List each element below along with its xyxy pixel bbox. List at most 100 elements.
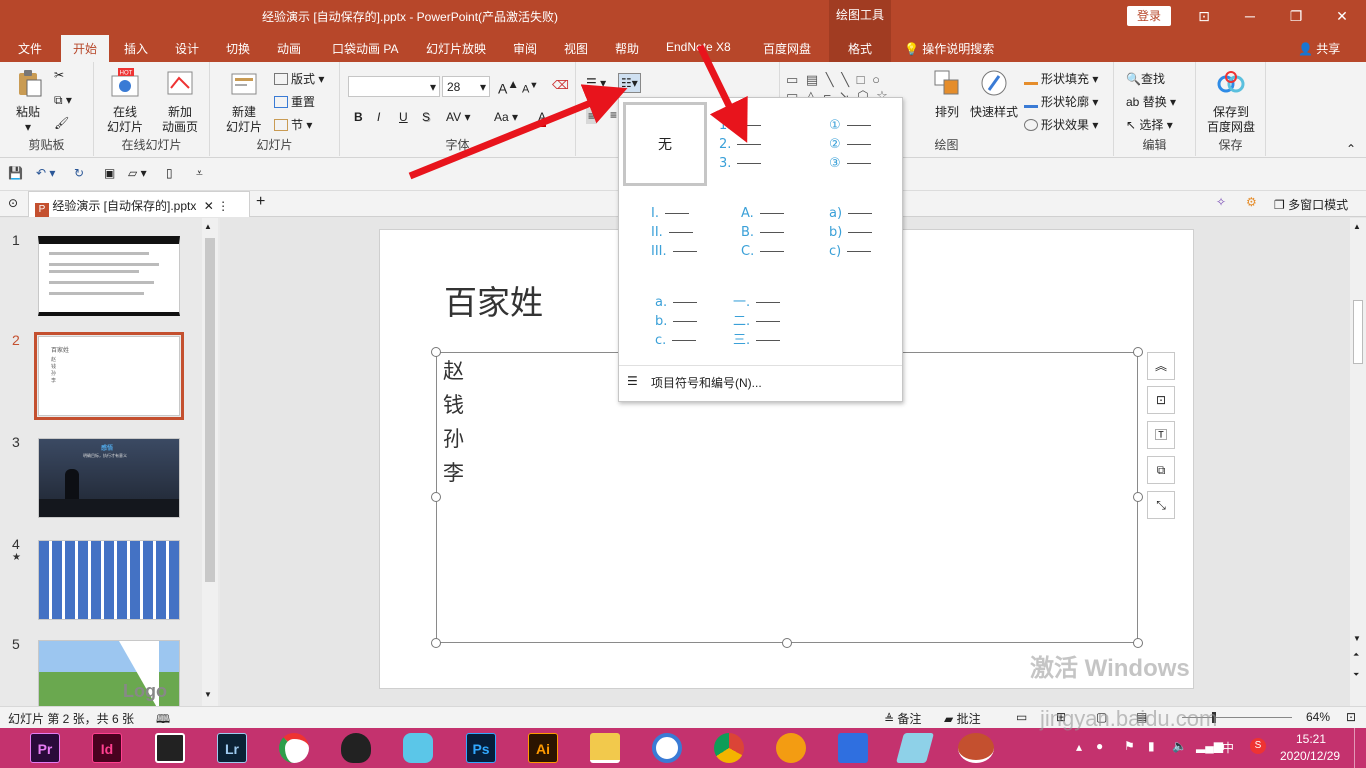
- arrange-objects-button[interactable]: ⧉: [1147, 456, 1175, 484]
- shrink-font-button[interactable]: A▼: [522, 80, 538, 96]
- tab-home[interactable]: 开始: [61, 35, 110, 62]
- home-tab-icon[interactable]: ⊙: [8, 196, 18, 210]
- expand-button[interactable]: ⤡: [1147, 491, 1175, 519]
- clock-time[interactable]: 15:21: [1296, 732, 1326, 746]
- select-button[interactable]: ↖ 选择 ▾: [1126, 116, 1173, 133]
- document-tab[interactable]: P 经验演示 [自动保存的].pptx ✕ ⋮: [28, 191, 250, 217]
- numbering-option-arabic[interactable]: 1. 2. 3.: [719, 116, 803, 200]
- scroll-up-icon[interactable]: ▲: [204, 222, 212, 231]
- multi-window-mode-button[interactable]: ❐ 多窗口模式: [1274, 196, 1348, 213]
- section-button[interactable]: 节 ▾: [274, 116, 312, 133]
- online-slide-button[interactable]: HOT 在线 幻灯片: [100, 68, 150, 135]
- tab-endnote[interactable]: EndNote X8: [666, 40, 731, 54]
- tab-pocket-animation[interactable]: 口袋动画 PA: [332, 40, 398, 57]
- save-to-baidu-button[interactable]: 保存到 百度网盘: [1202, 68, 1260, 135]
- restore-button[interactable]: ❐: [1273, 0, 1319, 32]
- resize-handle[interactable]: [1133, 492, 1143, 502]
- resize-handle[interactable]: [431, 638, 441, 648]
- sogou-ime-icon[interactable]: S: [1250, 738, 1266, 754]
- resize-handle[interactable]: [431, 347, 441, 357]
- gear-icon[interactable]: ⚙: [1246, 195, 1257, 209]
- shape-outline-button[interactable]: 形状轮廓 ▾: [1024, 93, 1098, 110]
- numbering-option-roman[interactable]: I. II. III.: [651, 204, 735, 288]
- canvas-scrollbar[interactable]: ▲ ▼ ⏶ ⏷: [1350, 218, 1366, 706]
- shape-effects-button[interactable]: 形状效果 ▾: [1024, 116, 1098, 133]
- search-app-icon[interactable]: [652, 733, 682, 763]
- tab-file[interactable]: 文件: [18, 40, 42, 57]
- new-slide-button[interactable]: 新建 幻灯片: [218, 68, 270, 135]
- numbering-option-lower-alpha-paren[interactable]: a) b) c): [829, 204, 913, 288]
- show-desktop-button[interactable]: [1354, 728, 1364, 768]
- tab-review[interactable]: 审阅: [513, 40, 537, 57]
- list-item[interactable]: 钱: [443, 389, 464, 419]
- zoom-level[interactable]: 64%: [1306, 710, 1330, 724]
- tab-help[interactable]: 帮助: [615, 40, 639, 57]
- align-center-button[interactable]: ≡: [610, 108, 617, 122]
- tab-design[interactable]: 设计: [175, 40, 199, 57]
- scroll-thumb[interactable]: [205, 238, 215, 582]
- cut-button[interactable]: ✂: [54, 68, 64, 82]
- slide-thumbnail-5[interactable]: Logo: [38, 640, 180, 706]
- messenger-app-icon[interactable]: [403, 733, 433, 763]
- notes-app-icon[interactable]: [895, 733, 935, 763]
- close-tab-icon[interactable]: ✕: [204, 199, 214, 213]
- paste-button[interactable]: 粘贴 ▾: [10, 68, 46, 135]
- thumbnails-scrollbar[interactable]: ▲ ▼: [202, 218, 218, 706]
- list-item[interactable]: 赵: [443, 355, 464, 385]
- scroll-down-icon[interactable]: ▼: [204, 690, 212, 699]
- ribbon-display-options-button[interactable]: ⊡: [1181, 0, 1227, 32]
- normal-view-icon[interactable]: ▭: [1016, 710, 1027, 724]
- bold-button[interactable]: B: [354, 110, 363, 124]
- tray-flag-icon[interactable]: ⚑: [1124, 739, 1135, 753]
- bullets-and-numbering-menu-item[interactable]: ☰ 项目符号和编号(N)...: [619, 365, 902, 401]
- tab-baidu-netdisk[interactable]: 百度网盘: [763, 40, 811, 57]
- slide-thumbnail-3[interactable]: 感悟 明确目标，执行才有意义: [38, 438, 180, 518]
- save-icon[interactable]: 💾: [8, 166, 23, 180]
- file-explorer-icon[interactable]: [590, 733, 620, 763]
- clear-formatting-button[interactable]: ⌫: [552, 78, 569, 92]
- tab-menu-icon[interactable]: ⋮: [217, 199, 229, 213]
- font-size-combobox[interactable]: 28 ▾: [442, 76, 490, 97]
- font-name-combobox[interactable]: ▾: [348, 76, 440, 97]
- battery-icon[interactable]: ▮: [1148, 739, 1155, 753]
- collapse-side-panel-button[interactable]: ︽: [1147, 352, 1175, 380]
- layout-button[interactable]: 版式 ▾: [274, 70, 324, 87]
- change-case-button[interactable]: Aa ▾: [494, 110, 518, 124]
- italic-button[interactable]: I: [377, 110, 380, 124]
- powerpoint-taskbar-icon[interactable]: [958, 733, 994, 763]
- list-item[interactable]: 李: [443, 457, 464, 487]
- close-button[interactable]: ✕: [1319, 0, 1365, 32]
- tab-slideshow[interactable]: 幻灯片放映: [426, 40, 486, 57]
- tray-overflow-icon[interactable]: ▴: [1076, 740, 1082, 754]
- magic-icon[interactable]: ✧: [1216, 195, 1226, 209]
- resize-handle[interactable]: [1133, 638, 1143, 648]
- redo-icon[interactable]: ↻: [74, 166, 84, 180]
- resize-handle[interactable]: [431, 492, 441, 502]
- indesign-icon[interactable]: Id: [92, 733, 122, 763]
- arrange-button[interactable]: 排列: [930, 68, 964, 120]
- fit-to-window-icon[interactable]: ⊡: [1346, 710, 1356, 724]
- volume-icon[interactable]: 🔈: [1172, 739, 1187, 753]
- text-box-button[interactable]: 🅃: [1147, 421, 1175, 449]
- font-color-button[interactable]: A: [538, 110, 547, 127]
- scroll-up-icon[interactable]: ▲: [1353, 222, 1361, 231]
- numbering-option-circled[interactable]: ① ② ③: [815, 116, 899, 200]
- lightroom-icon[interactable]: Lr: [217, 733, 247, 763]
- bullets-button[interactable]: ☰ ▾: [586, 76, 606, 90]
- scroll-thumb[interactable]: [1353, 300, 1363, 364]
- numbering-button[interactable]: ☷▾: [618, 73, 641, 93]
- tab-transitions[interactable]: 切换: [226, 40, 250, 57]
- undo-icon[interactable]: ↶ ▾: [36, 166, 55, 180]
- next-slide-icon[interactable]: ⏷: [1353, 670, 1359, 680]
- layout-options-button[interactable]: ⊡: [1147, 386, 1175, 414]
- tab-insert[interactable]: 插入: [124, 40, 148, 57]
- grow-font-button[interactable]: A▲: [498, 78, 519, 97]
- tray-qq-icon[interactable]: ●: [1096, 739, 1103, 753]
- tell-me-search[interactable]: 💡 操作说明搜索: [904, 40, 994, 57]
- minimize-button[interactable]: ─: [1227, 0, 1273, 32]
- align-left-button[interactable]: ≡: [586, 108, 598, 124]
- photoshop-icon[interactable]: Ps: [466, 733, 496, 763]
- login-button[interactable]: 登录: [1127, 6, 1171, 26]
- clock-date[interactable]: 2020/12/29: [1280, 749, 1340, 763]
- text-shadow-button[interactable]: S: [422, 110, 430, 124]
